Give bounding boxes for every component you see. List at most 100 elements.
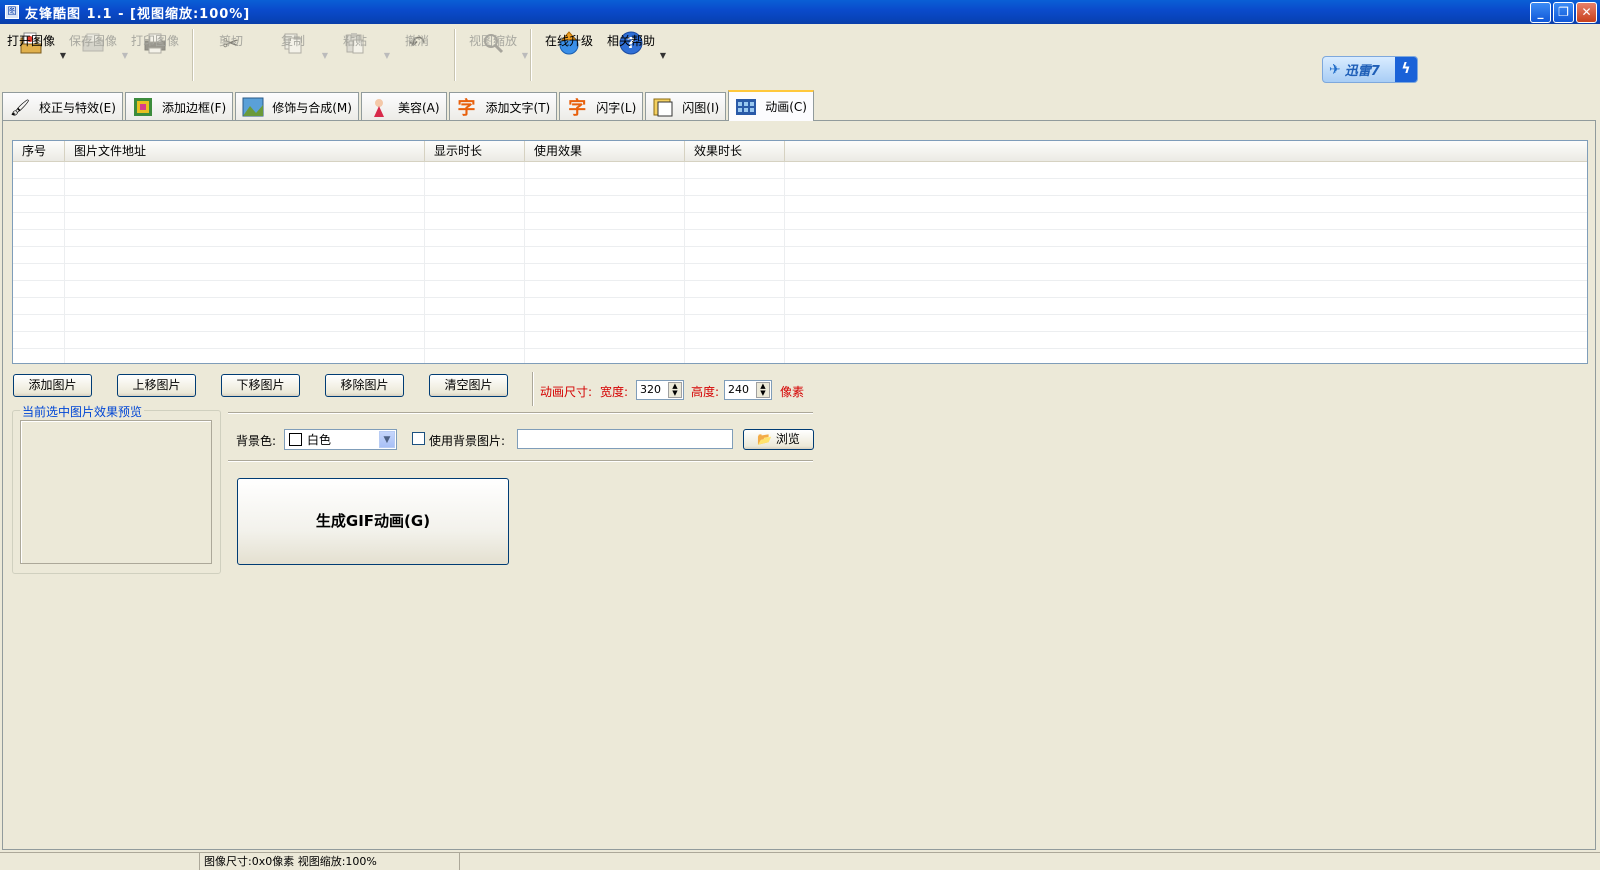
flash-text-icon: 字 [568,98,587,119]
table-cell [13,230,65,246]
app-icon[interactable]: 图 [5,5,19,19]
text-icon: 字 [457,98,476,119]
column-header-display-duration[interactable]: 显示时长 [425,141,525,161]
close-button[interactable]: ✕ [1576,2,1597,23]
column-header-effect-duration[interactable]: 效果时长 [685,141,785,161]
table-cell [65,196,425,212]
table-cell [13,349,65,363]
table-row[interactable] [13,332,1587,349]
table-cell [525,247,685,263]
tab-flash-image[interactable]: 闪图(I) [645,92,727,121]
paste-button[interactable]: 粘贴 ▼ [324,29,390,83]
width-spinner[interactable]: 320 ▲ ▼ [636,380,684,400]
xunlei-ad-badge[interactable]: ✈ 迅雷7 ϟ [1322,56,1418,83]
chevron-down-icon[interactable]: ▼ [379,431,395,448]
xunlei-bird-icon: ✈ [1329,61,1341,78]
table-row[interactable] [13,230,1587,247]
table-cell [525,230,685,246]
table-cell [13,264,65,280]
background-color-value: 白色 [307,433,332,447]
online-upgrade-button[interactable]: 在线升级 [538,29,600,83]
table-row[interactable] [13,162,1587,179]
tab-add-text[interactable]: 字 添加文字(T) [448,92,558,121]
table-row[interactable] [13,264,1587,281]
toolbar-separator [530,29,532,81]
table-row[interactable] [13,213,1587,230]
table-cell [65,162,425,178]
animation-icon [735,96,757,118]
view-zoom-button[interactable]: 视图缩放 ▼ [462,29,528,83]
generate-gif-button[interactable]: 生成GIF动画(G) [237,478,509,565]
column-header-index[interactable]: 序号 [13,141,65,161]
table-cell [785,298,1587,314]
function-tabs: 🖌 校正与特效(E) 添加边框(F) 修饰与合成(M) 美容(A) 字 添加文字… [2,90,816,121]
xunlei-label: 迅雷7 [1344,64,1380,79]
clear-images-button[interactable]: 清空图片 [429,374,508,397]
tab-flash-text[interactable]: 字 闪字(L) [559,92,644,121]
move-up-button[interactable]: 上移图片 [117,374,196,397]
table-cell [13,179,65,195]
copy-button[interactable]: 复制 ▼ [262,29,328,83]
use-background-image-checkbox[interactable] [412,432,425,445]
table-header: 序号 图片文件地址 显示时长 使用效果 效果时长 [13,141,1587,162]
tab-add-frame[interactable]: 添加边框(F) [124,92,234,121]
tab-beauty[interactable]: 美容(A) [360,92,447,121]
window-controls: _ ❐ ✕ [1530,2,1597,23]
toolbar-separator [454,29,456,81]
table-body [13,162,1587,363]
table-cell [65,247,425,263]
undo-button[interactable]: ↶ 撤消 [386,29,448,83]
table-cell [65,332,425,348]
height-spinner[interactable]: 240 ▲ ▼ [724,380,772,400]
table-cell [65,315,425,331]
tab-correction-effects[interactable]: 🖌 校正与特效(E) [2,92,123,121]
add-image-button[interactable]: 添加图片 [13,374,92,397]
status-bar: 图像尺寸:0x0像素 视图缩放:100% [0,852,1600,870]
restore-button[interactable]: ❐ [1553,2,1574,23]
table-row[interactable] [13,315,1587,332]
table-cell [13,281,65,297]
print-image-button[interactable]: 打印图像 [124,29,186,83]
width-value: 320 [640,383,661,396]
open-image-label: 打开图像 [6,34,55,48]
table-row[interactable] [13,349,1587,363]
lightning-icon: ϟ [1395,57,1417,82]
background-color-select[interactable]: 白色 ▼ [284,429,397,450]
column-header-effect[interactable]: 使用效果 [525,141,685,161]
table-cell [525,298,685,314]
tab-animation[interactable]: 动画(C) [728,90,814,121]
table-cell [785,247,1587,263]
open-image-button[interactable]: 打开图像 ▼ [0,29,66,83]
table-row[interactable] [13,247,1587,264]
column-header-path[interactable]: 图片文件地址 [65,141,425,161]
table-cell [65,298,425,314]
background-image-path-input[interactable] [517,429,733,449]
table-cell [425,162,525,178]
cut-button[interactable]: ✂ 剪切 [200,29,262,83]
table-cell [65,264,425,280]
tab-compose[interactable]: 修饰与合成(M) [235,92,359,121]
remove-image-button[interactable]: 移除图片 [325,374,404,397]
help-button[interactable]: ? 相关帮助 ▼ [600,29,666,83]
table-cell [785,332,1587,348]
chevron-down-icon[interactable]: ▼ [522,51,528,60]
chevron-down-icon[interactable]: ▼ [660,51,666,60]
table-cell [13,298,65,314]
tab-label: 修饰与合成(M) [272,100,352,115]
table-row[interactable] [13,196,1587,213]
spinner-arrows-icon[interactable]: ▲ ▼ [668,382,682,398]
browse-button[interactable]: 📂 浏览 [743,429,814,450]
table-row[interactable] [13,298,1587,315]
frames-table[interactable]: 序号 图片文件地址 显示时长 使用效果 效果时长 [12,140,1588,364]
move-down-button[interactable]: 下移图片 [221,374,300,397]
beauty-icon [368,96,390,118]
table-row[interactable] [13,281,1587,298]
spinner-arrows-icon[interactable]: ▲ ▼ [756,382,770,398]
table-cell [785,230,1587,246]
save-image-button[interactable]: 保存图像 ▼ [62,29,128,83]
save-image-label: 保存图像 [68,34,117,48]
table-row[interactable] [13,179,1587,196]
table-cell [785,264,1587,280]
minimize-button[interactable]: _ [1530,2,1551,23]
table-cell [525,332,685,348]
